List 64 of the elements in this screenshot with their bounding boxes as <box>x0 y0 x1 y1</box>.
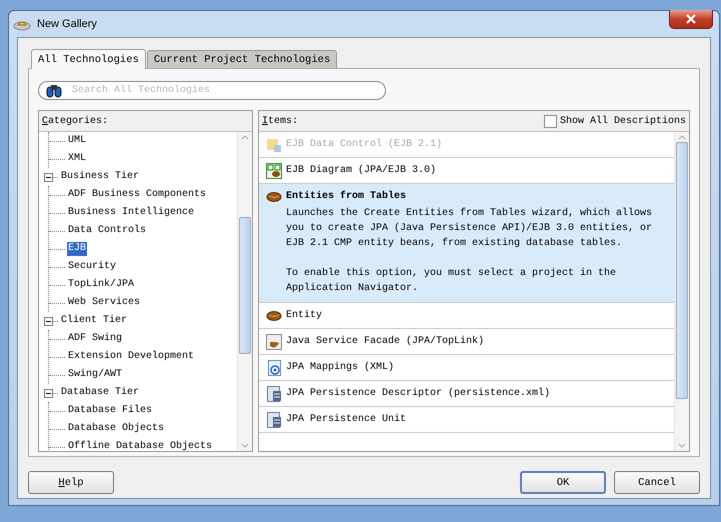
tree-item[interactable]: Security <box>67 260 118 274</box>
chevron-down-icon[interactable] <box>678 443 686 448</box>
chevron-down-icon[interactable] <box>241 443 249 448</box>
diagram-icon <box>266 162 282 178</box>
item-title: Entity <box>286 310 322 321</box>
item-title: JPA Persistence Descriptor (persistence.xml) <box>286 388 550 399</box>
item-title: EJB Data Control (EJB 2.1) <box>286 139 442 150</box>
data-control-icon <box>266 136 282 152</box>
gallery-item[interactable] <box>259 184 674 303</box>
gallery-item[interactable]: Java Service Facade (JPA/TopLink) <box>259 329 674 355</box>
tree-item[interactable]: Business Tier <box>60 170 140 184</box>
tree-item[interactable]: Extension Development <box>67 350 196 364</box>
persistence-file-icon <box>266 412 282 428</box>
chevron-up-icon[interactable] <box>678 135 686 140</box>
scrollbar[interactable] <box>237 132 252 451</box>
item-title: Entities from Tables <box>286 191 406 202</box>
scrollbar[interactable] <box>674 132 689 451</box>
ok-button[interactable]: OK <box>520 471 606 494</box>
item-title: JPA Persistence Unit <box>286 414 406 425</box>
item-title: Java Service Facade (JPA/TopLink) <box>286 336 484 347</box>
tree-item[interactable]: ADF Business Components <box>67 188 208 202</box>
tree-item[interactable]: Database Objects <box>67 422 166 436</box>
close-icon <box>686 14 696 24</box>
tree-item[interactable]: ADF Swing <box>67 332 124 346</box>
tree-item[interactable]: Data Controls <box>67 224 148 238</box>
tree-item[interactable]: Business Intelligence <box>67 206 196 220</box>
item-description: Launches the Create Entities from Tables wizard, which allows you to create JPA (Java Persistence API)/EJB 3.0 entities, or EJB 2.1 CMP entity beans, from existing database tables. <box>286 206 654 251</box>
show-all-descriptions-checkbox[interactable]: Show All Descriptions <box>544 114 686 128</box>
item-title: JPA Mappings (XML) <box>286 362 394 373</box>
chevron-up-icon[interactable] <box>241 135 249 140</box>
cancel-button[interactable]: Cancel <box>614 471 700 494</box>
close-button[interactable] <box>669 10 713 29</box>
coffee-cup-icon <box>266 334 282 350</box>
bean-icon <box>266 310 282 322</box>
tree-item[interactable]: XML <box>67 152 88 166</box>
minus-icon[interactable] <box>44 172 53 182</box>
tree-item[interactable]: Web Services <box>67 296 142 310</box>
search-field[interactable]: Search All Technologies <box>38 81 386 100</box>
tree-item[interactable]: Database Tier <box>60 386 140 400</box>
categories-label: Categories: <box>42 116 108 126</box>
tab[interactable]: Current Project Technologies <box>146 50 338 68</box>
tree-item[interactable]: EJB <box>67 242 88 256</box>
window-title: New Gallery <box>37 18 97 30</box>
items-label: Items: <box>262 116 298 126</box>
help-button[interactable]: Help <box>28 471 114 494</box>
tree-item[interactable]: Offline Database Objects <box>67 440 214 451</box>
binoculars-icon <box>46 84 62 98</box>
tree-item[interactable]: Client Tier <box>60 314 128 328</box>
gallery-item[interactable]: JPA Persistence Descriptor (persistence.xml) <box>259 381 674 407</box>
minus-icon[interactable] <box>44 316 53 326</box>
item-title: EJB Diagram (JPA/EJB 3.0) <box>286 165 436 176</box>
bean-icon <box>266 190 282 202</box>
mapping-file-icon <box>266 360 282 376</box>
item-description: To enable this option, you must select a project in the Application Navigator. <box>286 266 618 296</box>
tab[interactable]: All Technologies <box>31 49 146 69</box>
gallery-item[interactable]: JPA Persistence Unit <box>259 407 674 433</box>
tree-item[interactable]: Swing/AWT <box>67 368 124 382</box>
tree-item[interactable]: Database Files <box>67 404 154 418</box>
gallery-item[interactable]: Entity <box>259 303 674 329</box>
tree-item[interactable]: TopLink/JPA <box>67 278 136 292</box>
tree-item[interactable]: UML <box>67 134 88 148</box>
minus-icon[interactable] <box>44 388 53 398</box>
gallery-item[interactable]: JPA Mappings (XML) <box>259 355 674 381</box>
persistence-file-icon <box>266 386 282 402</box>
